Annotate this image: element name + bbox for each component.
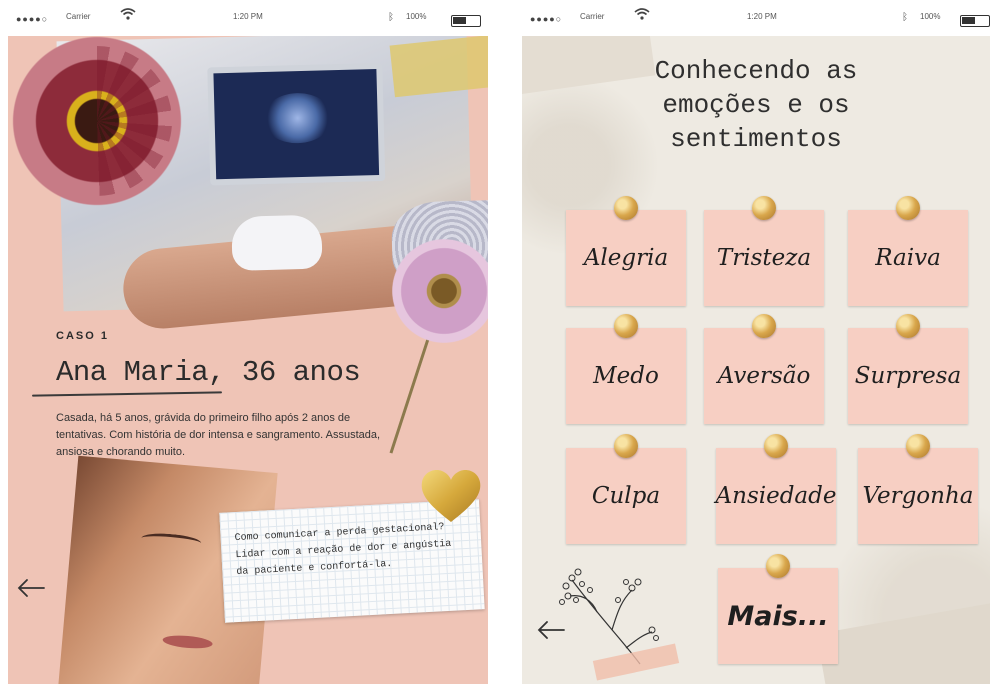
title-line: sentimentos xyxy=(670,124,842,154)
page-title: Conhecendo as emoções e os sentimentos xyxy=(522,54,990,156)
emotion-label: Medo xyxy=(593,363,659,389)
ultrasound-monitor xyxy=(207,62,386,186)
pin-icon xyxy=(896,196,920,220)
pin-icon xyxy=(906,434,930,458)
torn-paper-decoration xyxy=(816,599,990,684)
case-label: CASO 1 xyxy=(56,330,109,342)
carrier-label: Carrier xyxy=(580,12,605,21)
bluetooth-icon: ᛒ xyxy=(902,12,908,23)
battery-icon xyxy=(451,15,481,27)
arrow-left-icon xyxy=(17,579,45,597)
battery-icon xyxy=(960,15,990,27)
wifi-icon xyxy=(120,8,136,23)
ultrasound-probe xyxy=(231,214,323,271)
carrier-label: Carrier xyxy=(66,12,91,21)
pin-icon xyxy=(614,314,638,338)
emotion-label: Aversão xyxy=(717,363,811,389)
emotion-label: Tristeza xyxy=(716,245,812,271)
status-bar: ●●●●○ Carrier 1:20 PM ᛒ 100% xyxy=(8,0,488,36)
emotion-label: Vergonha xyxy=(862,483,974,509)
emotion-label: Culpa xyxy=(591,483,661,509)
case-screen: ●●●●○ Carrier 1:20 PM ᛒ 100% CASO 1 Ana … xyxy=(8,0,488,684)
title-line: emoções e os xyxy=(662,90,850,120)
more-label: Mais... xyxy=(727,600,829,632)
case-card: CASO 1 Ana Maria, 36 anos Casada, há 5 a… xyxy=(8,36,488,684)
emotion-card-raiva[interactable]: Raiva xyxy=(848,196,968,306)
pin-icon xyxy=(766,554,790,578)
gold-heart-icon xyxy=(421,470,481,522)
emotion-card-vergonha[interactable]: Vergonha xyxy=(858,434,978,544)
pin-icon xyxy=(614,434,638,458)
emotion-label: Ansiedade xyxy=(715,483,837,509)
pink-flower-decoration xyxy=(384,226,488,356)
clock: 1:20 PM xyxy=(233,12,263,21)
underline-decoration xyxy=(31,391,223,397)
washi-tape-decoration xyxy=(389,36,488,98)
signal-icon: ●●●●○ xyxy=(16,14,49,24)
emotion-card-ansiedade[interactable]: Ansiedade xyxy=(715,434,837,544)
emotion-card-surpresa[interactable]: Surpresa xyxy=(848,314,968,424)
back-button[interactable] xyxy=(536,618,566,644)
status-bar: ●●●●○ Carrier 1:20 PM ᛒ 100% xyxy=(522,0,990,36)
battery-percent: 100% xyxy=(920,12,941,21)
emotion-card-tristeza[interactable]: Tristeza xyxy=(704,196,824,306)
emotion-label: Alegria xyxy=(583,245,669,271)
flower-stem xyxy=(389,338,430,454)
emotion-card-culpa[interactable]: Culpa xyxy=(566,434,686,544)
pin-icon xyxy=(752,314,776,338)
emotion-label: Surpresa xyxy=(854,363,962,389)
pin-icon xyxy=(614,196,638,220)
emotions-screen: ●●●●○ Carrier 1:20 PM ᛒ 100% Conhecendo … xyxy=(522,0,990,684)
clock: 1:20 PM xyxy=(747,12,777,21)
emotions-board: Conhecendo as emoções e os sentimentos A… xyxy=(522,36,990,684)
emotion-card-medo[interactable]: Medo xyxy=(566,314,686,424)
signal-icon: ●●●●○ xyxy=(530,14,563,24)
emotion-card-aversao[interactable]: Aversão xyxy=(704,314,824,424)
pin-icon xyxy=(896,314,920,338)
title-line: Conhecendo as xyxy=(654,56,858,86)
patient-description: Casada, há 5 anos, grávida do primeiro f… xyxy=(56,412,381,458)
bluetooth-icon: ᛒ xyxy=(388,12,394,23)
wifi-icon xyxy=(634,8,650,23)
patient-name: Ana Maria, 36 anos xyxy=(56,356,361,389)
back-button[interactable] xyxy=(16,576,46,602)
arrow-left-icon xyxy=(537,621,565,639)
emotion-card-alegria[interactable]: Alegria xyxy=(566,196,686,306)
pin-icon xyxy=(764,434,788,458)
pin-icon xyxy=(752,196,776,220)
battery-percent: 100% xyxy=(406,12,427,21)
more-emotions-button[interactable]: Mais... xyxy=(718,554,838,664)
emotion-label: Raiva xyxy=(875,245,941,271)
